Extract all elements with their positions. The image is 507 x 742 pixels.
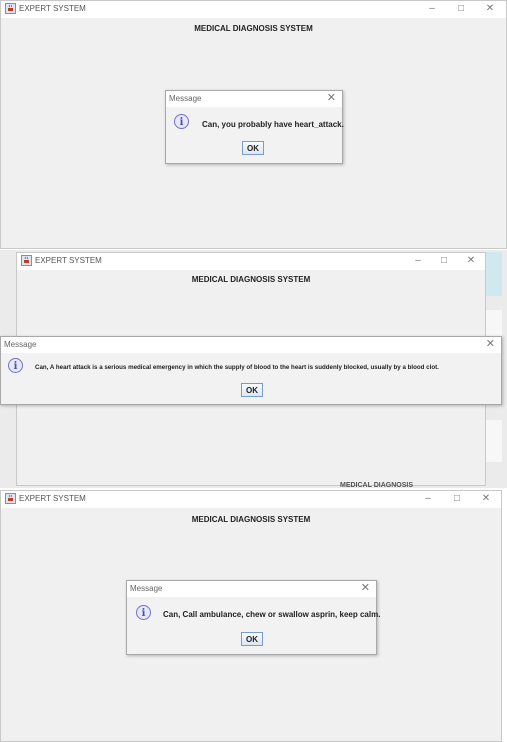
minimize-button[interactable]: – <box>421 493 435 505</box>
info-icon: i <box>136 605 151 620</box>
main-window-3: EXPERT SYSTEM – □ ✕ MEDICAL DIAGNOSIS SY… <box>0 490 502 742</box>
background-fragment-text: MEDICAL DIAGNOSIS SYSTEM <box>340 482 413 488</box>
ok-button[interactable]: OK <box>241 383 263 397</box>
dialog-close-icon[interactable]: ✕ <box>327 92 336 105</box>
dialog-title: Message <box>169 94 202 103</box>
dialog-close-icon[interactable]: ✕ <box>361 582 370 595</box>
dialog-titlebar: Message ✕ <box>1 337 501 353</box>
window-titlebar: EXPERT SYSTEM – □ ✕ <box>1 491 501 508</box>
info-icon: i <box>174 114 189 129</box>
window-title: EXPERT SYSTEM <box>19 494 86 503</box>
ok-button[interactable]: OK <box>242 141 264 155</box>
maximize-button[interactable]: □ <box>454 3 468 15</box>
java-cup-icon <box>21 255 32 266</box>
background-accent <box>486 310 502 338</box>
background-accent <box>486 420 502 462</box>
page-title: MEDICAL DIAGNOSIS SYSTEM <box>194 24 313 33</box>
dialog-close-icon[interactable]: ✕ <box>486 338 495 351</box>
page-title: MEDICAL DIAGNOSIS SYSTEM <box>191 275 311 284</box>
window-title: EXPERT SYSTEM <box>35 256 102 265</box>
java-cup-icon <box>5 3 16 14</box>
dialog-message: Can, A heart attack is a serious medical… <box>35 364 439 371</box>
maximize-button[interactable]: □ <box>437 255 451 267</box>
dialog-title: Message <box>4 340 37 349</box>
message-dialog: Message ✕ i Can, you probably have heart… <box>165 90 344 164</box>
dialog-titlebar: Message ✕ <box>166 91 342 107</box>
ok-button[interactable]: OK <box>241 632 263 646</box>
window-title: EXPERT SYSTEM <box>19 4 86 13</box>
dialog-titlebar: Message ✕ <box>127 581 376 597</box>
close-button[interactable]: ✕ <box>479 493 493 505</box>
info-icon: i <box>8 358 23 373</box>
message-dialog: Message ✕ i Can, A heart attack is a ser… <box>0 336 502 405</box>
maximize-button[interactable]: □ <box>450 493 464 505</box>
close-button[interactable]: ✕ <box>483 3 497 15</box>
java-cup-icon <box>5 493 16 504</box>
page-title: MEDICAL DIAGNOSIS SYSTEM <box>191 515 311 524</box>
dialog-message: Can, you probably have heart_attack. <box>202 120 344 129</box>
minimize-button[interactable]: – <box>425 3 439 15</box>
dialog-title: Message <box>130 584 163 593</box>
main-window-1: EXPERT SYSTEM – □ ✕ MEDICAL DIAGNOSIS SY… <box>0 0 507 249</box>
dialog-message: Can, Call ambulance, chew or swallow asp… <box>163 610 381 619</box>
window-titlebar: EXPERT SYSTEM – □ ✕ <box>1 1 506 18</box>
minimize-button[interactable]: – <box>411 255 425 267</box>
window-titlebar: EXPERT SYSTEM – □ ✕ <box>17 253 485 270</box>
message-dialog: Message ✕ i Can, Call ambulance, chew or… <box>126 580 381 655</box>
close-button[interactable]: ✕ <box>464 255 478 267</box>
background-accent <box>486 252 502 296</box>
